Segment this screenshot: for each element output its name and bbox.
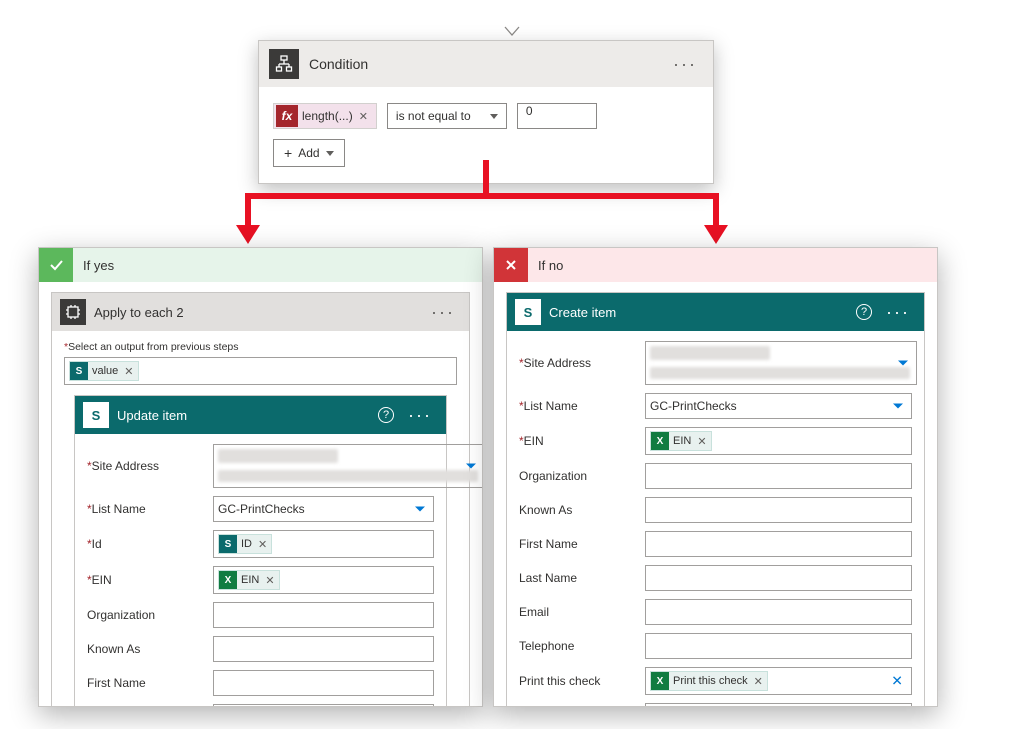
if-no-branch: If no S Create item ? ··· *Site Address … [493,247,938,707]
chevron-down-icon [415,507,425,512]
help-icon[interactable]: ? [856,304,872,320]
condition-operator-select[interactable]: is not equal to [387,103,507,129]
token-print: XPrint this check✕ [650,671,768,691]
known-as-input[interactable] [213,636,434,662]
if-no-header[interactable]: If no [494,248,937,282]
apply-more-icon[interactable]: ··· [425,302,461,323]
chevron-down-icon [326,151,334,156]
clear-icon[interactable]: ✕ [891,673,903,690]
token-id: SID✕ [218,534,272,554]
create-item-title: Create item [549,305,848,320]
condition-add-button[interactable]: + Add [273,139,345,167]
create-item-header[interactable]: S Create item ? ··· [507,293,924,331]
sharepoint-icon: S [515,299,541,325]
create-more-icon[interactable]: ··· [880,302,916,323]
if-yes-branch: If yes Apply to each 2 ··· *Select an ou… [38,247,483,707]
site-address-input[interactable] [213,444,483,488]
token-ein: XEIN✕ [650,431,712,451]
chevron-down-icon [466,464,476,469]
token-ein: XEIN✕ [218,570,280,590]
site-address-input[interactable] [645,341,917,385]
ein-input[interactable]: XEIN✕ [645,427,912,455]
first-name-input[interactable] [645,531,912,557]
select-output-label: *Select an output from previous steps [64,341,457,353]
condition-icon [269,49,299,79]
chevron-down-icon [893,404,903,409]
condition-more-icon[interactable]: ··· [667,54,703,75]
list-name-input[interactable]: GC-PrintChecks [645,393,912,419]
telephone-input[interactable] [645,633,912,659]
sharepoint-icon: S [83,402,109,428]
if-yes-title: If yes [83,258,114,273]
remove-expression-icon[interactable]: ✕ [359,110,368,123]
chevron-down-icon [898,361,908,366]
apply-to-each-card: Apply to each 2 ··· *Select an output fr… [51,292,470,707]
token-value[interactable]: Svalue✕ [69,361,139,381]
condition-body: fx length(...) ✕ is not equal to 0 + Add [259,87,713,183]
last-name-input[interactable] [213,704,434,707]
condition-header[interactable]: Condition ··· [259,41,713,87]
condition-expression-row: fx length(...) ✕ is not equal to 0 [273,103,699,129]
update-item-card: S Update item ? ··· *Site Address *List … [74,395,447,707]
flow-entry-arrow-icon [504,26,520,41]
help-icon[interactable]: ? [378,407,394,423]
close-icon [494,248,528,282]
create-item-card: S Create item ? ··· *Site Address *List … [506,292,925,707]
ein-input[interactable]: XEIN✕ [213,566,434,594]
chevron-down-icon [490,114,498,119]
loop-icon [60,299,86,325]
fx-icon: fx [276,105,298,127]
id-input[interactable]: SID✕ [213,530,434,558]
update-item-title: Update item [117,408,370,423]
known-as-input[interactable] [645,497,912,523]
if-no-title: If no [538,258,563,273]
list-name-input[interactable]: GC-PrintChecks [213,496,434,522]
remove-token-icon: ✕ [124,365,133,378]
condition-value-input[interactable]: 0 [517,103,597,129]
last-name-input[interactable] [645,565,912,591]
condition-card: Condition ··· fx length(...) ✕ is not eq… [258,40,714,184]
take-action-input[interactable] [645,703,912,707]
organization-input[interactable] [213,602,434,628]
apply-to-each-title: Apply to each 2 [94,305,417,320]
select-output-input[interactable]: Svalue✕ [64,357,457,385]
first-name-input[interactable] [213,670,434,696]
update-more-icon[interactable]: ··· [402,405,438,426]
check-icon [39,248,73,282]
email-input[interactable] [645,599,912,625]
if-yes-header[interactable]: If yes [39,248,482,282]
update-item-header[interactable]: S Update item ? ··· [75,396,446,434]
apply-to-each-header[interactable]: Apply to each 2 ··· [52,293,469,331]
organization-input[interactable] [645,463,912,489]
print-check-input[interactable]: XPrint this check✕ ✕ [645,667,912,695]
plus-icon: + [284,145,292,161]
condition-title: Condition [309,56,667,72]
condition-left-expression[interactable]: fx length(...) ✕ [273,103,377,129]
